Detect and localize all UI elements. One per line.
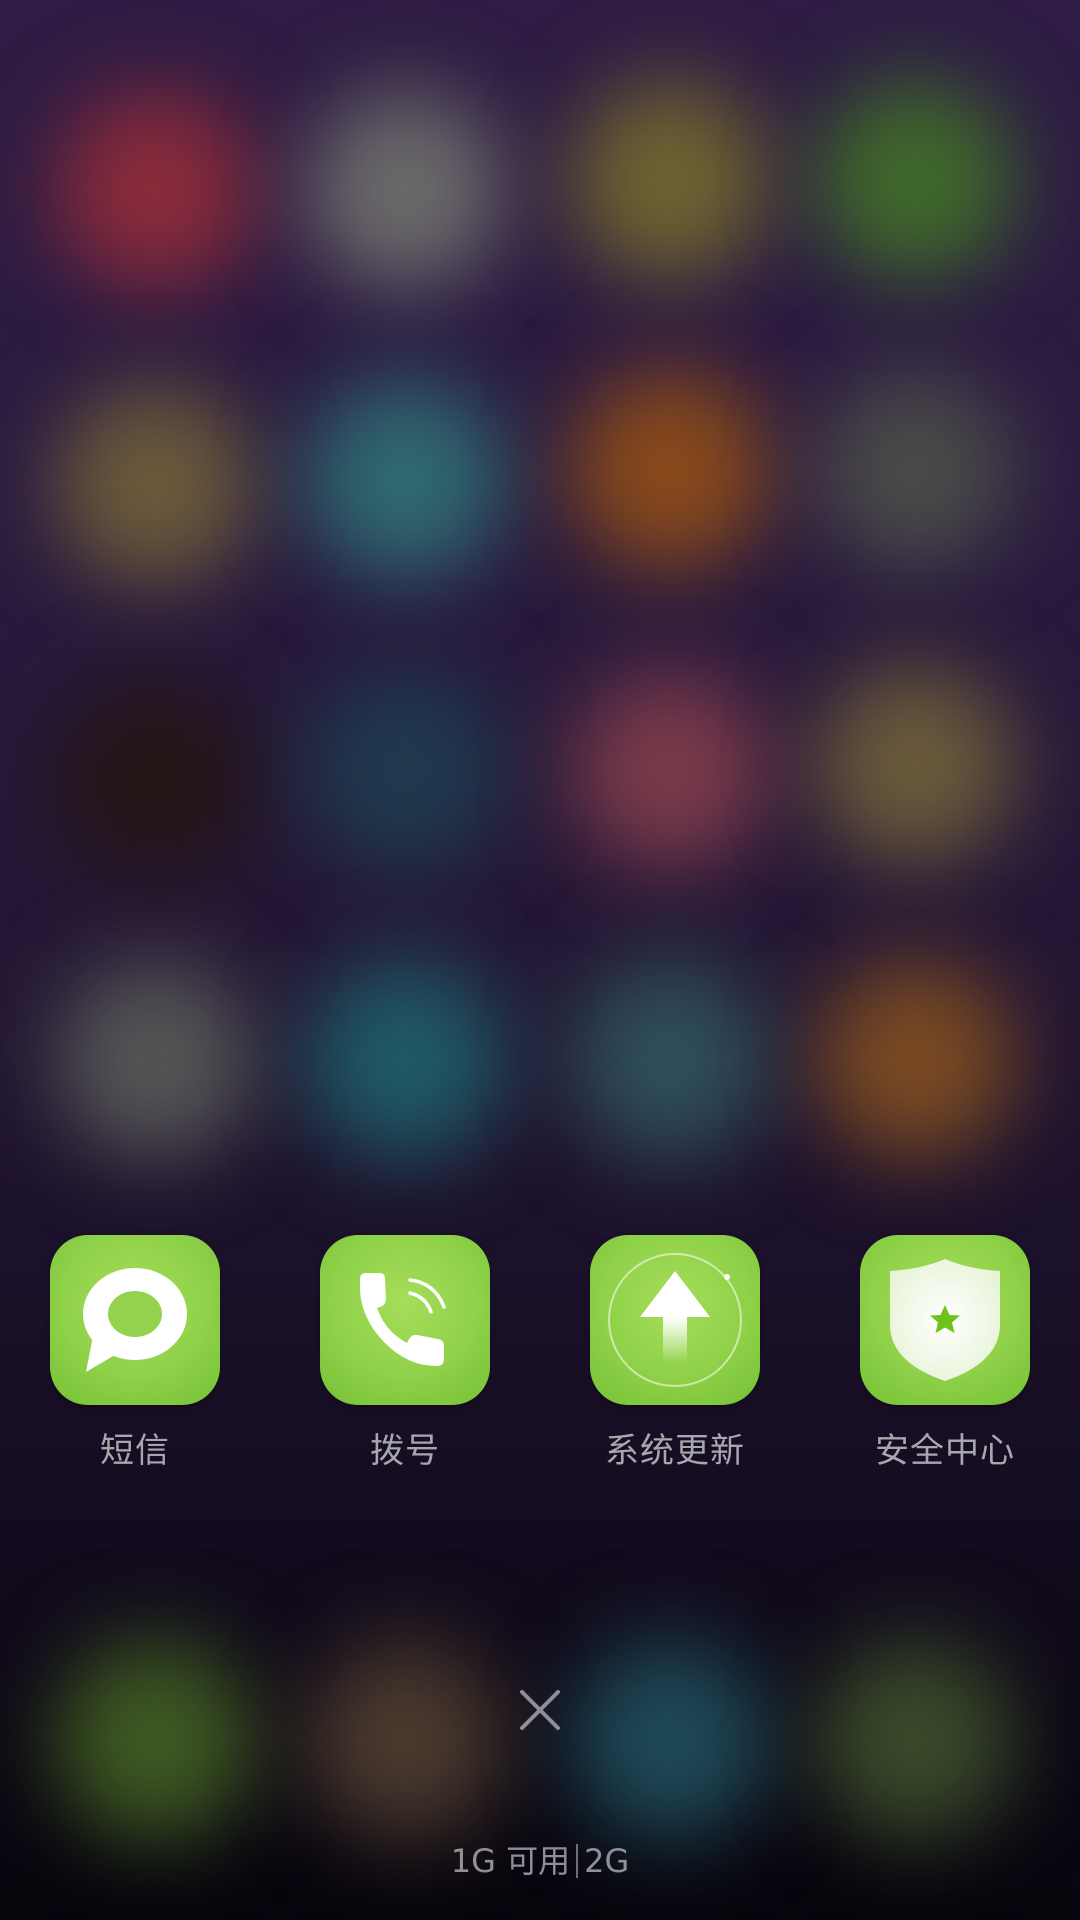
update-arrow-icon	[608, 1253, 742, 1387]
blurred-dock-icon	[55, 1640, 255, 1840]
app-dialer[interactable]: 拨号	[295, 1235, 515, 1475]
app-system-update-label: 系统更新	[605, 1431, 745, 1471]
blurred-app-icon	[570, 670, 770, 870]
blurred-background	[0, 0, 1080, 1920]
blurred-app-icon	[815, 665, 1015, 865]
app-messages-label: 短信	[100, 1431, 170, 1471]
app-security-center[interactable]: 安全中心	[835, 1235, 1055, 1475]
blurred-app-icon	[305, 670, 505, 870]
memory-total: 2G	[584, 1842, 630, 1880]
blurred-app-icon	[570, 80, 770, 280]
app-security-center-tile[interactable]	[860, 1235, 1030, 1405]
blurred-app-icon	[305, 380, 505, 580]
blurred-app-icon	[55, 680, 255, 880]
app-dialer-tile[interactable]	[320, 1235, 490, 1405]
blurred-dock-icon	[570, 1640, 770, 1840]
blurred-app-icon	[815, 80, 1015, 280]
blurred-app-icon	[305, 960, 505, 1160]
blurred-app-icon	[305, 90, 505, 290]
memory-divider	[576, 1844, 579, 1878]
blurred-app-icon	[55, 90, 255, 290]
blurred-dock-icon	[305, 1640, 505, 1840]
blurred-app-icon	[570, 370, 770, 570]
memory-status: 1G 可用 2G	[0, 1836, 1080, 1882]
app-messages[interactable]: 短信	[25, 1235, 245, 1475]
close-button[interactable]	[510, 1680, 570, 1740]
app-system-update[interactable]: 系统更新	[565, 1235, 785, 1475]
recent-apps-screen: 短信 拨号 系统更新 安全中心 1G 可用 2G	[0, 0, 1080, 1920]
blurred-app-icon	[815, 370, 1015, 570]
app-messages-tile[interactable]	[50, 1235, 220, 1405]
blurred-dock-icon	[815, 1640, 1015, 1840]
message-bubble-icon	[83, 1268, 187, 1372]
memory-available: 1G 可用	[450, 1842, 571, 1880]
blurred-app-icon	[55, 385, 255, 585]
recent-apps-row: 短信 拨号 系统更新 安全中心	[0, 1235, 1080, 1475]
blurred-app-icon	[55, 960, 255, 1160]
app-security-center-label: 安全中心	[875, 1431, 1015, 1471]
blurred-app-icon	[815, 960, 1015, 1160]
security-shield-icon	[890, 1259, 1000, 1381]
app-dialer-label: 拨号	[370, 1431, 440, 1471]
app-system-update-tile[interactable]	[590, 1235, 760, 1405]
blurred-app-icon	[570, 960, 770, 1160]
close-icon	[520, 1690, 560, 1730]
phone-handset-icon	[360, 1273, 446, 1366]
